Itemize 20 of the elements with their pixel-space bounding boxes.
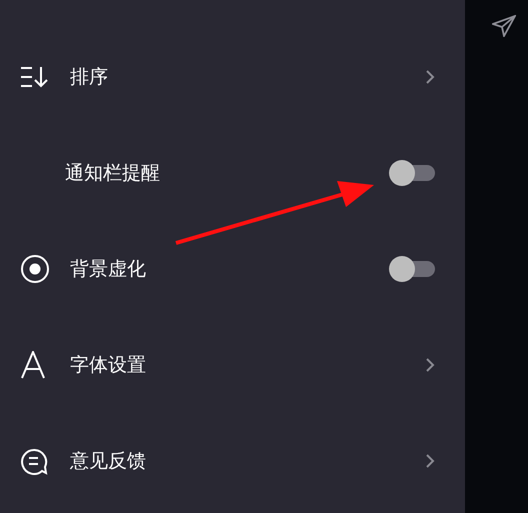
toggle-switch[interactable] [389, 256, 435, 282]
menu-item-label: 意见反馈 [70, 448, 146, 474]
toggle-switch[interactable] [389, 160, 435, 186]
menu-item[interactable]: 排序 [0, 29, 465, 125]
menu-item-label: 背景虚化 [70, 256, 146, 282]
chat-bubble-icon [20, 447, 48, 475]
menu-item-label: 通知栏提醒 [65, 160, 160, 186]
letter-a-icon [20, 351, 46, 379]
chevron-right-icon [425, 453, 435, 469]
menu-item-label: 字体设置 [70, 352, 146, 378]
sort-icon [20, 65, 50, 89]
chevron-right-icon [425, 357, 435, 373]
menu-item[interactable]: 意见反馈 [0, 413, 465, 509]
send-icon[interactable] [492, 15, 516, 37]
menu-item-label: 排序 [70, 64, 108, 90]
menu-item[interactable]: 背景虚化 [0, 221, 465, 317]
radio-icon [20, 254, 50, 284]
chevron-right-icon [425, 69, 435, 85]
menu-item[interactable]: 通知栏提醒 [0, 125, 465, 221]
menu-item[interactable]: 字体设置 [0, 317, 465, 413]
